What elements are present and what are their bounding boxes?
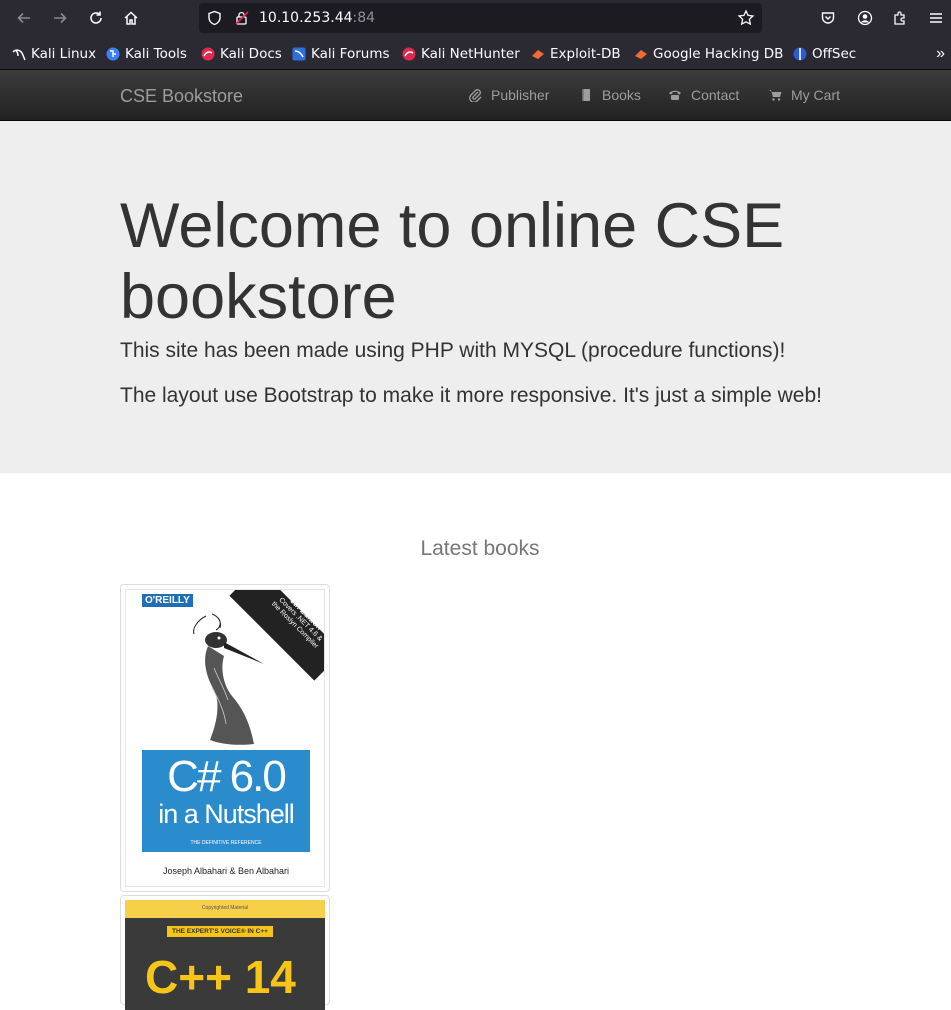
site-navbar: CSE Bookstore Publisher Books Contact My… bbox=[0, 70, 951, 121]
book-icon bbox=[582, 89, 590, 101]
book-cover[interactable]: O'REILLY 6th Edition Covers .NET 4.6 & t… bbox=[125, 589, 325, 887]
nav-my-cart[interactable]: My Cart bbox=[768, 87, 840, 103]
book-authors: Joseph Albahari & Ben Albahari bbox=[162, 866, 290, 876]
book-series: THE EXPERT'S VOICE® IN C++ bbox=[167, 926, 273, 937]
publisher-label: O'REILLY bbox=[142, 594, 193, 607]
nav-label: Publisher bbox=[491, 87, 550, 103]
book-top-note: Copyrighted Material bbox=[201, 905, 249, 911]
browser-toolbar: 10.10.253.44:84 bbox=[0, 0, 951, 36]
bookmark-star-icon[interactable] bbox=[737, 9, 755, 27]
exploit-db-icon bbox=[532, 50, 544, 59]
bookmark-exploit-db[interactable]: Exploit-DB bbox=[531, 45, 621, 63]
bookmark-kali-linux[interactable]: Kali Linux bbox=[12, 45, 96, 63]
jumbotron: Welcome to online CSE bookstore This sit… bbox=[0, 121, 951, 473]
phone-icon bbox=[669, 90, 681, 100]
account-icon[interactable] bbox=[853, 6, 877, 30]
latest-books-heading: Latest books bbox=[420, 537, 540, 560]
book-thumbnail[interactable]: Copyrighted Material THE EXPERT'S VOICE®… bbox=[120, 895, 330, 1010]
bookmark-kali-docs[interactable]: Kali Docs bbox=[201, 45, 282, 63]
book-subtitle: THE DEFINITIVE REFERENCE bbox=[190, 840, 262, 846]
kali-dragon-icon bbox=[12, 49, 26, 61]
bookmarks-bar: Kali Linux Kali Tools Kali Docs Kali For… bbox=[0, 36, 951, 70]
title-block: C# 6.0 in a Nutshell bbox=[142, 750, 310, 852]
home-icon[interactable] bbox=[119, 6, 143, 30]
kali-nethunter-icon bbox=[402, 47, 416, 61]
jumbotron-line-1: This site has been made using PHP with M… bbox=[120, 339, 786, 362]
url-bar[interactable]: 10.10.253.44:84 bbox=[199, 3, 762, 33]
brand-link[interactable]: CSE Bookstore bbox=[120, 86, 243, 107]
offsec-icon bbox=[793, 47, 807, 61]
nav-books[interactable]: Books bbox=[579, 87, 641, 103]
nav-label: My Cart bbox=[791, 87, 840, 103]
url-text[interactable]: 10.10.253.44:84 bbox=[259, 10, 375, 26]
pocket-icon[interactable] bbox=[816, 6, 840, 30]
insecure-lock-icon[interactable] bbox=[234, 10, 250, 26]
book-title-line-1: C# 6.0 bbox=[167, 752, 287, 801]
book-title-line-2: in a Nutshell bbox=[158, 799, 295, 829]
ghdb-icon bbox=[635, 50, 647, 59]
nav-contact[interactable]: Contact bbox=[668, 87, 739, 103]
forward-icon[interactable] bbox=[48, 6, 72, 30]
bookmark-offsec[interactable]: OffSec bbox=[793, 45, 856, 63]
kali-forums-icon bbox=[292, 47, 306, 61]
extensions-icon[interactable] bbox=[888, 6, 912, 30]
shield-icon[interactable] bbox=[207, 10, 222, 26]
bookmark-label: OffSec bbox=[812, 46, 857, 62]
bookmark-google-hacking-db[interactable]: Google Hacking DB bbox=[634, 45, 783, 63]
kali-docs-icon bbox=[201, 47, 215, 61]
book-cover[interactable]: Copyrighted Material THE EXPERT'S VOICE®… bbox=[125, 900, 325, 1010]
bookmark-label: Exploit-DB bbox=[550, 46, 621, 62]
heron-illustration bbox=[193, 613, 264, 745]
welcome-heading: Welcome to online CSE bookstore bbox=[120, 191, 785, 332]
bookmark-label: Kali Forums bbox=[311, 46, 390, 62]
nav-publisher[interactable]: Publisher bbox=[468, 87, 549, 103]
cart-icon bbox=[769, 90, 782, 101]
book-title: C++ 14 bbox=[145, 951, 296, 1003]
bookmark-label: Kali Docs bbox=[220, 46, 282, 62]
bookmark-kali-tools[interactable]: Kali Tools bbox=[106, 45, 187, 63]
nav-label: Contact bbox=[691, 87, 740, 103]
book-thumbnail[interactable]: O'REILLY 6th Edition Covers .NET 4.6 & t… bbox=[120, 584, 330, 892]
nav-label: Books bbox=[602, 87, 641, 103]
bookmark-label: Kali Linux bbox=[31, 46, 97, 62]
kali-tools-icon bbox=[106, 47, 120, 61]
paperclip-icon bbox=[469, 89, 482, 102]
bookmark-kali-nethunter[interactable]: Kali NetHunter bbox=[402, 45, 520, 63]
bookmark-label: Google Hacking DB bbox=[653, 46, 784, 62]
more-bookmarks-icon[interactable]: » bbox=[936, 45, 945, 63]
bookmark-label: Kali Tools bbox=[125, 46, 187, 62]
reload-icon[interactable] bbox=[84, 6, 108, 30]
bookmark-kali-forums[interactable]: Kali Forums bbox=[292, 45, 390, 63]
menu-icon[interactable] bbox=[924, 6, 948, 30]
bookmark-label: Kali NetHunter bbox=[421, 46, 520, 62]
jumbotron-line-2: The layout use Bootstrap to make it more… bbox=[120, 384, 822, 407]
back-icon[interactable] bbox=[12, 6, 36, 30]
